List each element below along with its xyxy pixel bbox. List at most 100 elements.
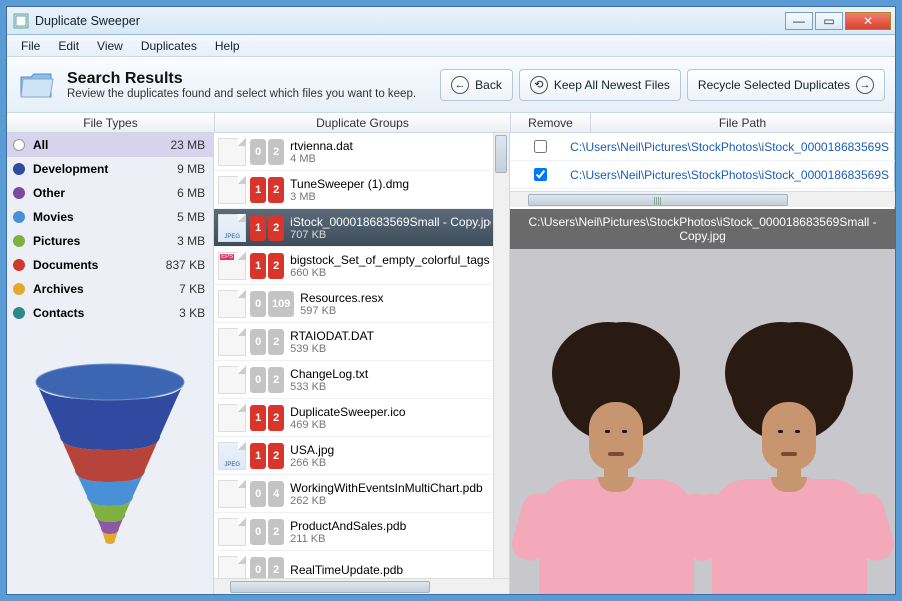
duplicate-group-row[interactable]: 02RTAIODAT.DAT539 KB [214, 323, 509, 361]
dup-count-badge: 2 [268, 367, 284, 393]
right-hscroll[interactable] [510, 191, 895, 207]
duplicate-group-row[interactable]: 04WorkingWithEventsInMultiChart.pdb262 K… [214, 475, 509, 513]
duplicate-group-row[interactable]: 12DuplicateSweeper.ico469 KB [214, 399, 509, 437]
file-path-row[interactable]: C:\Users\Neil\Pictures\StockPhotos\iStoc… [510, 161, 895, 189]
minimize-button[interactable]: — [785, 12, 813, 30]
duplicate-group-row[interactable]: 12bigstock_Set_of_empty_colorful_tags660… [214, 247, 509, 285]
hscroll-thumb[interactable] [230, 581, 430, 593]
vertical-scrollbar[interactable] [493, 133, 509, 578]
file-type-size: 3 MB [177, 234, 205, 248]
file-type-row[interactable]: All23 MB [7, 133, 213, 157]
dup-count-badge: 2 [268, 519, 284, 545]
file-path-text: C:\Users\Neil\Pictures\StockPhotos\iStoc… [570, 140, 895, 154]
menu-edit[interactable]: Edit [50, 37, 87, 55]
file-types-list: All23 MBDevelopment9 MBOther6 MBMovies5 … [7, 133, 213, 325]
duplicate-group-row[interactable]: 02 ChangeLog.txt533 KB [214, 361, 509, 399]
col-remove[interactable]: Remove [511, 113, 591, 132]
keep-newest-label: Keep All Newest Files [554, 78, 670, 92]
keep-count-badge: 0 [250, 367, 266, 393]
group-text: RealTimeUpdate.pdb [290, 563, 491, 577]
dg-scroll: 02rtvienna.dat4 MB12TuneSweeper (1).dmg3… [214, 133, 509, 578]
group-filename: USA.jpg [290, 443, 491, 457]
scroll-thumb[interactable] [495, 135, 507, 173]
group-filename: iStock_000018683569Small - Copy.jpg [290, 215, 491, 229]
badge-pair: 12 [250, 215, 284, 241]
file-type-label: Archives [33, 282, 179, 296]
col-file-path[interactable]: File Path [591, 113, 895, 132]
group-filesize: 211 KB [290, 533, 491, 545]
file-icon [218, 252, 246, 280]
color-dot [13, 283, 25, 295]
group-text: bigstock_Set_of_empty_colorful_tags660 K… [290, 253, 491, 279]
menu-view[interactable]: View [89, 37, 131, 55]
menu-help[interactable]: Help [207, 37, 248, 55]
horizontal-scrollbar[interactable] [214, 578, 509, 594]
group-filesize: 3 MB [290, 191, 491, 203]
group-filename: ProductAndSales.pdb [290, 519, 491, 533]
duplicate-group-row[interactable]: 12USA.jpg266 KB [214, 437, 509, 475]
keep-newest-button[interactable]: ⟲ Keep All Newest Files [519, 69, 681, 101]
file-icon [218, 556, 246, 579]
remove-checkbox-cell [510, 140, 570, 153]
color-dot [13, 259, 25, 271]
file-type-label: Contacts [33, 306, 179, 320]
arrow-right-icon: → [856, 76, 874, 94]
color-dot [13, 139, 25, 151]
group-filesize: 660 KB [290, 267, 491, 279]
recycle-button[interactable]: Recycle Selected Duplicates → [687, 69, 885, 101]
duplicate-group-row[interactable]: 12TuneSweeper (1).dmg3 MB [214, 171, 509, 209]
group-filesize: 533 KB [290, 381, 491, 393]
badge-pair: 12 [250, 253, 284, 279]
titlebar[interactable]: Duplicate Sweeper — ▭ ✕ [7, 7, 895, 35]
file-type-row[interactable]: Contacts3 KB [7, 301, 213, 325]
keep-count-badge: 0 [250, 557, 266, 579]
file-type-row[interactable]: Development9 MB [7, 157, 213, 181]
toolbar: Search Results Review the duplicates fou… [7, 57, 895, 113]
keep-count-badge: 0 [250, 329, 266, 355]
right-hscroll-thumb[interactable] [528, 194, 788, 206]
dup-count-badge: 2 [268, 177, 284, 203]
dup-count-badge: 2 [268, 443, 284, 469]
col-dup-groups[interactable]: Duplicate Groups [215, 113, 511, 132]
duplicate-group-row[interactable]: 02rtvienna.dat4 MB [214, 133, 509, 171]
page-subtitle: Review the duplicates found and select w… [67, 88, 416, 100]
group-filename: DuplicateSweeper.ico [290, 405, 491, 419]
group-text: DuplicateSweeper.ico469 KB [290, 405, 491, 431]
group-text: Resources.resx597 KB [300, 291, 491, 317]
group-filename: ChangeLog.txt [290, 367, 491, 381]
file-type-row[interactable]: Archives7 KB [7, 277, 213, 301]
duplicate-group-row[interactable]: 0109Resources.resx597 KB [214, 285, 509, 323]
file-type-row[interactable]: Movies5 MB [7, 205, 213, 229]
duplicate-group-row[interactable]: 02RealTimeUpdate.pdb [214, 551, 509, 578]
file-type-row[interactable]: Other6 MB [7, 181, 213, 205]
maximize-button[interactable]: ▭ [815, 12, 843, 30]
app-window: Duplicate Sweeper — ▭ ✕ File Edit View D… [6, 6, 896, 595]
color-dot [13, 307, 25, 319]
file-type-row[interactable]: Documents837 KB [7, 253, 213, 277]
menu-file[interactable]: File [13, 37, 48, 55]
dup-count-badge: 2 [268, 139, 284, 165]
file-icon [218, 138, 246, 166]
menu-duplicates[interactable]: Duplicates [133, 37, 205, 55]
file-path-text: C:\Users\Neil\Pictures\StockPhotos\iStoc… [570, 168, 895, 182]
badge-pair: 12 [250, 405, 284, 431]
dup-count-badge: 2 [268, 405, 284, 431]
remove-checkbox[interactable] [534, 140, 547, 153]
back-button[interactable]: ← Back [440, 69, 513, 101]
file-type-row[interactable]: Pictures3 MB [7, 229, 213, 253]
badge-pair: 02 [250, 519, 284, 545]
close-button[interactable]: ✕ [845, 12, 891, 30]
file-type-label: Pictures [33, 234, 177, 248]
remove-checkbox[interactable] [534, 168, 547, 181]
duplicate-group-row[interactable]: 12iStock_000018683569Small - Copy.jpg707… [214, 209, 509, 247]
keep-count-badge: 1 [250, 177, 266, 203]
file-path-row[interactable]: C:\Users\Neil\Pictures\StockPhotos\iStoc… [510, 133, 895, 161]
col-file-types[interactable]: File Types [7, 113, 215, 132]
duplicate-group-row[interactable]: 02 ProductAndSales.pdb211 KB [214, 513, 509, 551]
person-left [539, 349, 694, 594]
badge-pair: 0109 [250, 291, 294, 317]
file-type-label: All [33, 138, 170, 152]
main-area: All23 MBDevelopment9 MBOther6 MBMovies5 … [7, 133, 895, 594]
group-text: RTAIODAT.DAT539 KB [290, 329, 491, 355]
app-icon [13, 13, 29, 29]
